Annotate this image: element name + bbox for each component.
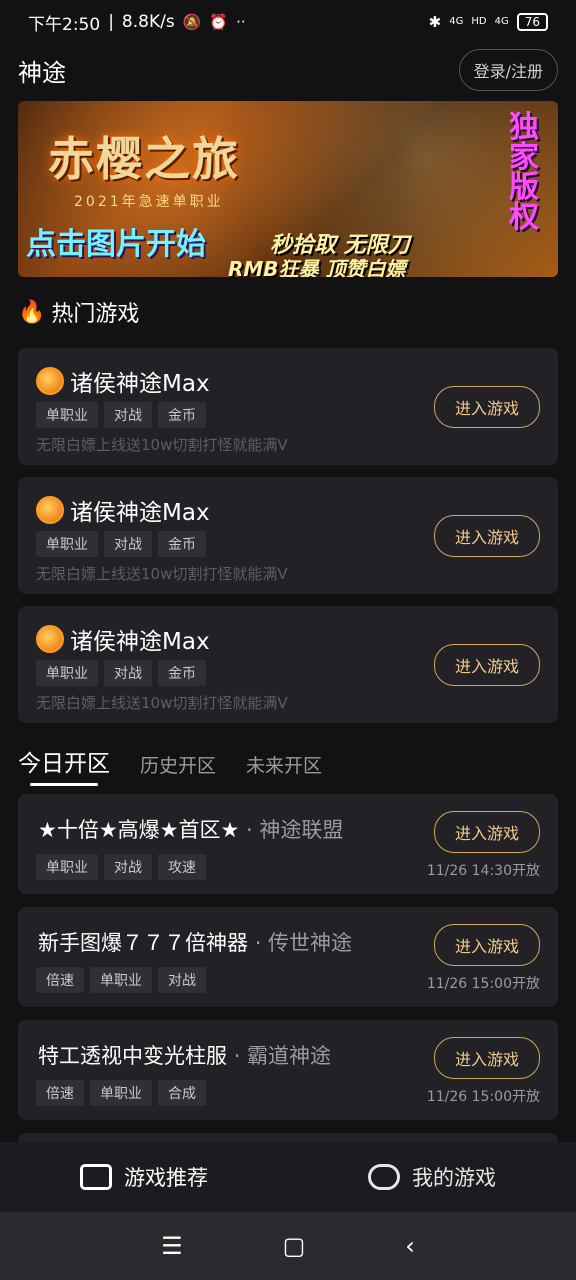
tag: 对战 (104, 402, 152, 428)
banner-logo: 赤樱之旅 (48, 132, 240, 186)
banner-cta: 点击图片开始 (26, 227, 206, 262)
enter-game-button[interactable]: 进入游戏 (434, 1037, 540, 1079)
game-icon (36, 367, 64, 395)
status-bar: 下午2:50 | 8.8K/s 🔕 ⏰ ·· ✱ 4G HD 4G 76 (0, 0, 576, 44)
tag: 单职业 (36, 854, 98, 880)
banner-slogan-2: RMB狂暴 顶赞白嫖 (228, 257, 406, 277)
game-description: 无限白嫖上线送10w切割打怪就能满V (36, 694, 288, 712)
server-card[interactable]: 特工透视中变光柱服 · 霸道神途 倍速 单职业 合成 进入游戏 11/26 15… (18, 1020, 558, 1120)
server-card[interactable]: 新手图爆７７７倍神器 · 传世神途 倍速 单职业 对战 进入游戏 11/26 1… (18, 907, 558, 1007)
back-icon[interactable]: ‹ (405, 1232, 415, 1260)
open-time: 11/26 14:30开放 (426, 863, 540, 879)
ticket-icon (80, 1164, 112, 1190)
open-time: 11/26 15:00开放 (426, 1089, 540, 1105)
tag: 单职业 (36, 660, 98, 686)
tag: 单职业 (90, 967, 152, 993)
game-card[interactable]: 诸侯神途Max 单职业 对战 金币 无限白嫖上线送10w切割打怪就能满V 进入游… (18, 477, 558, 594)
enter-game-button[interactable]: 进入游戏 (434, 811, 540, 853)
game-name: 诸侯神途Max (70, 371, 210, 397)
server-name: ★十倍★高爆★首区★ (38, 818, 240, 842)
server-card[interactable]: ★十倍★高爆★首区★ · 神途联盟 单职业 对战 攻速 进入游戏 11/26 1… (18, 794, 558, 894)
battery-icon: 76 (516, 13, 548, 31)
tab-today[interactable]: 今日开区 (18, 744, 110, 786)
tag: 倍速 (36, 967, 84, 993)
menu-icon[interactable]: ☰ (161, 1232, 183, 1260)
hd-icon: HD (471, 16, 487, 27)
game-card[interactable]: 诸侯神途Max 单职业 对战 金币 无限白嫖上线送10w切割打怪就能满V 进入游… (18, 348, 558, 465)
server-group: · 神途联盟 (246, 818, 344, 842)
login-register-button[interactable]: 登录/注册 (458, 49, 558, 91)
server-tabs: 今日开区 历史开区 未来开区 (18, 744, 322, 786)
hot-games-heading: 🔥 热门游戏 (18, 299, 140, 328)
tag: 对战 (104, 854, 152, 880)
game-icon (36, 496, 64, 524)
alarm-icon: ⏰ (209, 13, 229, 31)
game-name: 诸侯神途Max (70, 500, 210, 526)
game-card[interactable]: 诸侯神途Max 单职业 对战 金币 无限白嫖上线送10w切割打怪就能满V 进入游… (18, 606, 558, 723)
system-nav-bar: ☰ ▢ ‹ (0, 1212, 576, 1280)
game-tags: 单职业 对战 金币 (36, 660, 206, 686)
game-icon (36, 625, 64, 653)
enter-game-button[interactable]: 进入游戏 (434, 644, 540, 686)
enter-game-button[interactable]: 进入游戏 (434, 386, 540, 428)
open-time: 11/26 15:00开放 (426, 976, 540, 992)
gamepad-icon (368, 1164, 400, 1190)
server-name: 新手图爆７７７倍神器 (38, 931, 248, 955)
signal-icon-2: 4G (494, 16, 509, 27)
tag: 单职业 (36, 402, 98, 428)
game-description: 无限白嫖上线送10w切割打怪就能满V (36, 565, 288, 583)
enter-game-button[interactable]: 进入游戏 (434, 515, 540, 557)
header: 神途 登录/注册 (18, 48, 558, 92)
tag: 对战 (104, 660, 152, 686)
game-tags: 单职业 对战 金币 (36, 402, 206, 428)
server-group: · 传世神途 (254, 931, 353, 955)
tag: 金币 (158, 402, 206, 428)
home-icon[interactable]: ▢ (283, 1232, 306, 1260)
network-speed: 8.8K/s (121, 12, 175, 32)
server-tags: 倍速 单职业 对战 (36, 967, 206, 993)
tag: 对战 (104, 531, 152, 557)
enter-game-button[interactable]: 进入游戏 (434, 924, 540, 966)
nav-recommend[interactable]: 游戏推荐 (80, 1162, 208, 1192)
banner-exclusive-badge: 独家版权 (509, 110, 539, 235)
tag: 金币 (158, 531, 206, 557)
page-title: 神途 (18, 58, 66, 87)
server-group: · 霸道神途 (233, 1044, 332, 1068)
game-description: 无限白嫖上线送10w切割打怪就能满V (36, 436, 288, 454)
game-name: 诸侯神途Max (70, 629, 210, 655)
more-dots-icon: ·· (236, 13, 246, 31)
tab-future[interactable]: 未来开区 (246, 751, 322, 778)
tag: 单职业 (90, 1080, 152, 1106)
status-time: 下午2:50 (28, 14, 101, 35)
tag: 单职业 (36, 531, 98, 557)
tag: 倍速 (36, 1080, 84, 1106)
signal-icon-1: 4G (449, 16, 464, 27)
bottom-nav: 游戏推荐 我的游戏 (0, 1142, 576, 1212)
server-tags: 倍速 单职业 合成 (36, 1080, 206, 1106)
promo-banner[interactable]: 赤樱之旅 2021年急速单职业 点击图片开始 秒拾取 无限刀 RMB狂暴 顶赞白… (18, 101, 558, 277)
server-tags: 单职业 对战 攻速 (36, 854, 206, 880)
game-tags: 单职业 对战 金币 (36, 531, 206, 557)
fire-icon: 🔥 (18, 299, 46, 325)
tab-history[interactable]: 历史开区 (140, 751, 216, 778)
banner-year-line: 2021年急速单职业 (74, 194, 224, 210)
bluetooth-icon: ✱ (428, 13, 442, 31)
server-name: 特工透视中变光柱服 (38, 1044, 227, 1068)
mute-icon: 🔕 (182, 13, 202, 31)
tag: 攻速 (158, 854, 206, 880)
tag: 金币 (158, 660, 206, 686)
tag: 合成 (158, 1080, 206, 1106)
nav-my-games[interactable]: 我的游戏 (368, 1162, 496, 1192)
tag: 对战 (158, 967, 206, 993)
